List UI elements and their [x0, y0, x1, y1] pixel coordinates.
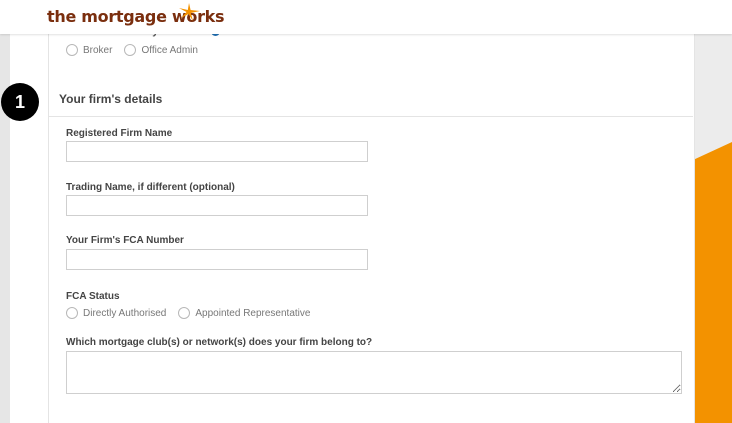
fca-number-input[interactable] — [66, 249, 368, 270]
broker-label: Broker — [83, 44, 113, 56]
broker-radio[interactable] — [66, 44, 78, 56]
registered-firm-name-input[interactable] — [66, 141, 368, 162]
logo-star-icon — [179, 3, 200, 21]
appointed-representative-label: Appointed Representative — [195, 307, 311, 319]
fca-number-label: Your Firm's FCA Number — [66, 235, 184, 246]
page-background-right — [693, 0, 732, 423]
fca-status-options: Directly Authorised Appointed Representa… — [66, 307, 322, 319]
orange-accent-shape — [693, 142, 732, 423]
section-divider — [48, 116, 693, 117]
office-admin-radio[interactable] — [124, 44, 137, 56]
site-header: the mortgage works — [0, 0, 732, 34]
trading-name-input[interactable] — [66, 195, 368, 216]
section-title: Your firm's details — [59, 92, 163, 106]
directly-authorised-label: Directly Authorised — [83, 307, 167, 319]
access-options: Broker Office Admin — [66, 44, 210, 56]
page-background-left — [0, 0, 10, 423]
trading-name-label: Trading Name, if different (optional) — [66, 182, 235, 193]
registered-firm-name-label: Registered Firm Name — [66, 128, 173, 139]
mortgage-clubs-label: Which mortgage club(s) or network(s) doe… — [66, 337, 373, 348]
office-admin-label: Office Admin — [141, 44, 198, 56]
directly-authorised-radio[interactable] — [66, 307, 78, 319]
fca-status-label: FCA Status — [66, 291, 120, 302]
step-number-badge: 1 — [1, 83, 39, 121]
appointed-representative-radio[interactable] — [178, 307, 191, 319]
mortgage-clubs-textarea[interactable] — [66, 351, 682, 394]
